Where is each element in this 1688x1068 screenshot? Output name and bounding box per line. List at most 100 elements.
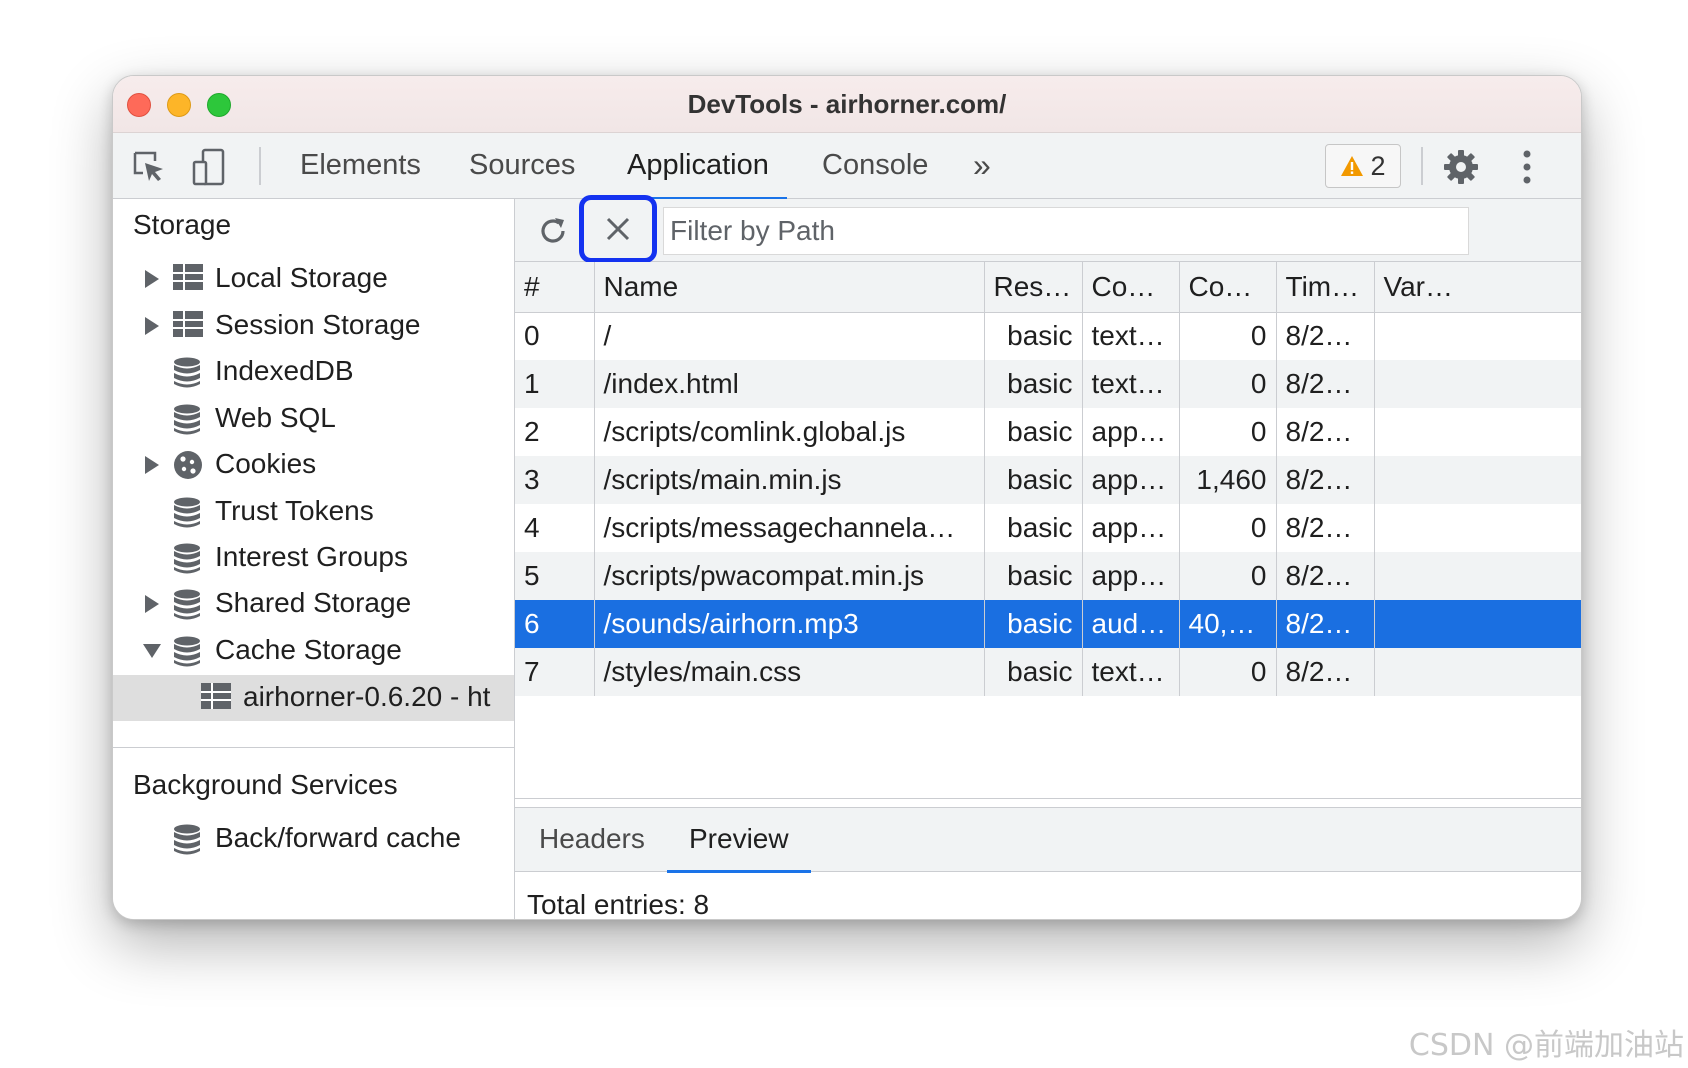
table-row[interactable]: 5/scripts/pwacompat.min.js basic app… 0 8/2… [515, 552, 1581, 600]
sidebar-item-indexeddb[interactable]: IndexedDB [113, 349, 514, 395]
table-row[interactable]: 3/scripts/main.min.js basic app… 1,460 8/2… [515, 456, 1581, 504]
sidebar-item-trust-tokens[interactable]: Trust Tokens [113, 489, 514, 535]
cell-name: /scripts/comlink.global.js [594, 408, 985, 456]
cell-content-type: app… [1082, 504, 1180, 552]
clear-filter-button[interactable] [579, 195, 657, 263]
cell-response-type: basic [984, 312, 1083, 360]
table-icon [173, 264, 203, 294]
column-header-content-type[interactable]: Co… [1082, 262, 1180, 313]
table-row[interactable]: 2/scripts/comlink.global.js basic app… 0 8/2… [515, 408, 1581, 456]
sidebar-item-label: Cookies [215, 448, 317, 479]
title-bar: DevTools - airhorner.com/ [113, 76, 1581, 133]
cell-name: /index.html [594, 360, 985, 408]
tab-console[interactable]: Console [804, 133, 946, 199]
sidebar-item-airhorner-0-6-20-ht[interactable]: airhorner-0.6.20 - ht [113, 675, 514, 721]
cell-content-length: 0 [1179, 312, 1277, 360]
database-icon [173, 357, 203, 388]
column-header-time-cached[interactable]: Tim… [1276, 262, 1375, 313]
sidebar-item-label: Web SQL [215, 402, 336, 433]
tab-headers[interactable]: Headers [517, 808, 667, 872]
table-row[interactable]: 6/sounds/airhorn.mp3 basic aud… 40,… 8/2… [515, 600, 1581, 648]
cell-content-type: aud… [1082, 600, 1180, 648]
column-header-name[interactable]: Name [594, 262, 985, 313]
cell-response-type: basic [984, 600, 1083, 648]
device-toolbar-icon[interactable] [187, 145, 231, 189]
column-header-content-length[interactable]: Co… [1179, 262, 1277, 313]
cell-time-cached: 8/2… [1276, 456, 1375, 504]
tab-elements[interactable]: Elements [282, 133, 439, 199]
cell-index: 4 [515, 504, 595, 552]
table-bottom-divider [515, 798, 1581, 799]
table-row[interactable]: 7/styles/main.css basic text… 0 8/2… [515, 648, 1581, 696]
column-header-vary[interactable]: Var… [1374, 262, 1581, 313]
tab-application[interactable]: Application [609, 133, 787, 200]
sidebar-item-label: IndexedDB [215, 355, 354, 386]
cell-response-type: basic [984, 648, 1083, 696]
inspect-element-icon[interactable] [127, 145, 171, 189]
sidebar-item-web-sql[interactable]: Web SQL [113, 396, 514, 442]
cell-index: 1 [515, 360, 595, 408]
cell-content-length: 1,460 [1179, 456, 1277, 504]
tab-sources[interactable]: Sources [451, 133, 593, 199]
sidebar-item-label: Local Storage [215, 262, 388, 293]
collapse-arrow-icon[interactable] [143, 644, 161, 658]
refresh-button[interactable] [533, 211, 573, 251]
cell-response-type: basic [984, 504, 1083, 552]
gear-icon[interactable] [1439, 145, 1483, 189]
warning-icon [1341, 156, 1364, 176]
sidebar-item-local-storage[interactable]: Local Storage [113, 256, 514, 302]
expand-arrow-icon[interactable] [145, 270, 159, 288]
sidebar-item-cookies[interactable]: Cookies [113, 442, 514, 488]
cell-content-length: 0 [1179, 408, 1277, 456]
sidebar-item-cache-storage[interactable]: Cache Storage [113, 628, 514, 674]
filter-by-path-input[interactable] [663, 207, 1469, 255]
devtools-window: DevTools - airhorner.com/ Elements Sourc… [112, 75, 1582, 920]
cell-name: /scripts/messagechannela… [594, 504, 985, 552]
kebab-menu-icon[interactable] [1505, 145, 1549, 189]
cell-content-type: text… [1082, 312, 1180, 360]
warnings-badge[interactable]: 2 [1325, 144, 1401, 188]
background-services-heading: Background Services [133, 769, 398, 800]
cell-index: 3 [515, 456, 595, 504]
sidebar-item-shared-storage[interactable]: Shared Storage [113, 581, 514, 627]
cell-time-cached: 8/2… [1276, 552, 1375, 600]
expand-arrow-icon[interactable] [145, 595, 159, 613]
more-tabs-button[interactable]: » [955, 133, 1009, 199]
column-header-index[interactable]: # [515, 262, 595, 313]
sidebar-item-label: Session Storage [215, 309, 421, 340]
cell-vary [1374, 504, 1581, 552]
cell-name: /scripts/main.min.js [594, 456, 985, 504]
cell-vary [1374, 408, 1581, 456]
sidebar-item-label: Interest Groups [215, 541, 408, 572]
table-row[interactable]: 4/scripts/messagechannela… basic app… 0 8/2… [515, 504, 1581, 552]
cache-storage-panel: # Name Res… Co… Co… Tim… Var… 0/basictex… [515, 195, 1581, 920]
table-row[interactable]: 0/basic text… 0 8/2… [515, 312, 1581, 360]
table-icon [201, 683, 231, 713]
cell-vary [1374, 552, 1581, 600]
table-header-row: # Name Res… Co… Co… Tim… Var… [515, 262, 1581, 313]
expand-arrow-icon[interactable] [145, 456, 159, 474]
cell-content-length: 0 [1179, 504, 1277, 552]
cookie-icon [173, 450, 203, 480]
database-icon [173, 636, 203, 667]
table-row[interactable]: 1/index.html basic text… 0 8/2… [515, 360, 1581, 408]
cell-index: 2 [515, 408, 595, 456]
cell-response-type: basic [984, 552, 1083, 600]
sidebar-item-back-forward-cache[interactable]: Back/forward cache [113, 816, 514, 862]
cell-name: /sounds/airhorn.mp3 [594, 600, 985, 648]
sidebar-divider [113, 747, 514, 748]
cell-vary [1374, 312, 1581, 360]
detail-tabs: Headers Preview [515, 807, 1581, 873]
sidebar-item-interest-groups[interactable]: Interest Groups [113, 535, 514, 581]
sidebar-item-session-storage[interactable]: Session Storage [113, 303, 514, 349]
expand-arrow-icon[interactable] [145, 317, 159, 335]
total-entries-label: Total entries: 8 [527, 889, 710, 920]
main-toolbar: Elements Sources Application Console » 2 [113, 133, 1581, 200]
cell-index: 0 [515, 312, 595, 360]
watermark: CSDN @前端加油站 [1408, 1028, 1684, 1063]
sidebar-item-label: Shared Storage [215, 587, 412, 618]
cell-content-length: 0 [1179, 648, 1277, 696]
tab-preview[interactable]: Preview [667, 808, 811, 873]
database-icon [173, 497, 203, 528]
column-header-response-type[interactable]: Res… [984, 262, 1083, 313]
